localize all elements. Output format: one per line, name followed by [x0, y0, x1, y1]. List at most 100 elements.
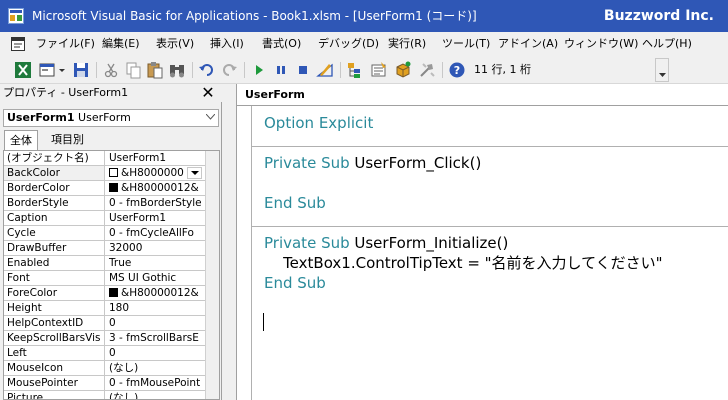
- properties-icon[interactable]: [370, 61, 388, 79]
- property-value-text: &H8000000: [121, 167, 184, 179]
- menu-addins[interactable]: アドイン(A): [498, 32, 558, 56]
- property-row[interactable]: Caption UserForm1: [4, 211, 219, 226]
- property-row[interactable]: HelpContextID 0: [4, 316, 219, 331]
- property-value[interactable]: UserForm1: [106, 151, 204, 165]
- help-icon[interactable]: ?: [448, 61, 466, 79]
- reset-icon[interactable]: [294, 61, 312, 79]
- menu-file[interactable]: ファイル(F): [36, 32, 95, 56]
- property-value[interactable]: 0 - fmMousePoint: [106, 376, 204, 390]
- property-value[interactable]: &H80000012&: [106, 181, 204, 195]
- property-value[interactable]: (なし): [106, 391, 204, 399]
- menu-format[interactable]: 書式(O): [262, 32, 301, 56]
- close-icon[interactable]: ✕: [200, 84, 216, 102]
- property-row[interactable]: ForeColor &H80000012&: [4, 286, 219, 301]
- toolbar-options-button[interactable]: [655, 58, 669, 82]
- run-icon[interactable]: [250, 61, 268, 79]
- code-text: UserForm_Click(): [349, 154, 482, 172]
- tab-categorized[interactable]: 項目別: [46, 130, 89, 150]
- color-swatch: [109, 288, 118, 297]
- code-text: TextBox1.ControlTipText = "名前を入力してください": [264, 254, 663, 272]
- code-line[interactable]: End Sub: [264, 273, 326, 293]
- property-row[interactable]: Cycle 0 - fmCycleAllFo: [4, 226, 219, 241]
- property-value[interactable]: (なし): [106, 361, 204, 375]
- property-scrollbar[interactable]: [205, 151, 219, 399]
- property-value[interactable]: 0: [106, 346, 204, 360]
- property-value[interactable]: True: [106, 256, 204, 270]
- cut-icon[interactable]: [102, 61, 120, 79]
- property-value-text: MS UI Gothic: [109, 272, 177, 284]
- find-icon[interactable]: [168, 61, 186, 79]
- property-value-text: 0: [109, 347, 116, 359]
- code-keyword: Private Sub: [264, 234, 350, 252]
- object-combo[interactable]: UserForm1 UserForm: [3, 109, 219, 127]
- property-row[interactable]: Left 0: [4, 346, 219, 361]
- property-value-text: 0 - fmBorderStyle: [109, 197, 202, 209]
- menu-run[interactable]: 実行(R): [388, 32, 426, 56]
- object-browser-icon[interactable]: [394, 61, 412, 79]
- property-value[interactable]: MS UI Gothic: [106, 271, 204, 285]
- insert-userform-icon[interactable]: [38, 61, 56, 79]
- insert-dropdown-icon[interactable]: [58, 61, 66, 79]
- property-row[interactable]: Enabled True: [4, 256, 219, 271]
- redo-icon[interactable]: [220, 61, 238, 79]
- menu-help[interactable]: ヘルプ(H): [642, 32, 692, 56]
- property-value[interactable]: 0: [106, 316, 204, 330]
- menu-tools[interactable]: ツール(T): [442, 32, 490, 56]
- property-row[interactable]: Font MS UI Gothic: [4, 271, 219, 286]
- object-box[interactable]: UserForm: [237, 84, 728, 106]
- project-explorer-icon[interactable]: [346, 61, 364, 79]
- cursor-position: 11 行, 1 桁: [474, 63, 531, 76]
- code-line[interactable]: Private Sub UserForm_Click(): [264, 153, 481, 173]
- properties-title: プロパティ - UserForm1: [3, 86, 129, 99]
- property-value[interactable]: 0 - fmCycleAllFo: [106, 226, 204, 240]
- property-value-text: True: [109, 257, 132, 269]
- property-value[interactable]: 32000: [106, 241, 204, 255]
- property-row[interactable]: MouseIcon (なし): [4, 361, 219, 376]
- code-line[interactable]: TextBox1.ControlTipText = "名前を入力してください": [264, 253, 663, 273]
- property-row[interactable]: BorderStyle 0 - fmBorderStyle: [4, 196, 219, 211]
- margin-indicator-bar: [251, 106, 252, 400]
- code-line[interactable]: Private Sub UserForm_Initialize(): [264, 233, 508, 253]
- menu-window[interactable]: ウィンドウ(W): [564, 32, 638, 56]
- menu-debug[interactable]: デバッグ(D): [318, 32, 379, 56]
- property-value[interactable]: 0 - fmBorderStyle: [106, 196, 204, 210]
- object-name: UserForm1: [7, 111, 75, 124]
- chevron-down-icon: [191, 171, 199, 175]
- break-icon[interactable]: [272, 61, 290, 79]
- copy-icon[interactable]: [124, 61, 142, 79]
- property-row[interactable]: KeepScrollBarsVis 3 - fmScrollBarsE: [4, 331, 219, 346]
- menu-view[interactable]: 表示(V): [156, 32, 194, 56]
- code-window-control-icon[interactable]: [10, 36, 26, 52]
- property-value-text: (なし): [109, 362, 139, 374]
- property-row[interactable]: Picture (なし): [4, 391, 219, 399]
- paste-icon[interactable]: [146, 61, 164, 79]
- save-icon[interactable]: [72, 61, 90, 79]
- property-row[interactable]: Height 180: [4, 301, 219, 316]
- property-value[interactable]: UserForm1: [106, 211, 204, 225]
- design-mode-icon[interactable]: [316, 61, 334, 79]
- property-name: ForeColor: [4, 286, 105, 300]
- property-value[interactable]: 180: [106, 301, 204, 315]
- code-line[interactable]: End Sub: [264, 193, 326, 213]
- menu-insert[interactable]: 挿入(I): [210, 32, 244, 56]
- property-row[interactable]: (オブジェクト名) UserForm1: [4, 151, 219, 166]
- tab-alphabetic[interactable]: 全体: [4, 130, 38, 151]
- property-value[interactable]: 3 - fmScrollBarsE: [106, 331, 204, 345]
- property-row[interactable]: DrawBuffer 32000: [4, 241, 219, 256]
- property-grid: Picture (なし) MousePointer 0 - fmMousePoint M…: [3, 150, 220, 400]
- window-title: Microsoft Visual Basic for Applications …: [32, 9, 477, 23]
- property-name: MousePointer: [4, 376, 105, 390]
- property-value-text: 3 - fmScrollBarsE: [109, 332, 199, 344]
- menu-edit[interactable]: 編集(E): [102, 32, 140, 56]
- property-value-text: 32000: [109, 242, 143, 254]
- property-value[interactable]: &H80000012&: [106, 286, 204, 300]
- value-dropdown-button[interactable]: [187, 167, 202, 179]
- property-row[interactable]: BorderColor &H80000012&: [4, 181, 219, 196]
- property-row[interactable]: MousePointer 0 - fmMousePoint: [4, 376, 219, 391]
- title-bar: Microsoft Visual Basic for Applications …: [0, 0, 728, 32]
- property-row[interactable]: BackColor &H8000000: [4, 166, 219, 181]
- undo-icon[interactable]: [198, 61, 216, 79]
- code-line[interactable]: Option Explicit: [264, 113, 373, 133]
- toolbox-icon[interactable]: [418, 61, 436, 79]
- excel-icon[interactable]: [14, 61, 32, 79]
